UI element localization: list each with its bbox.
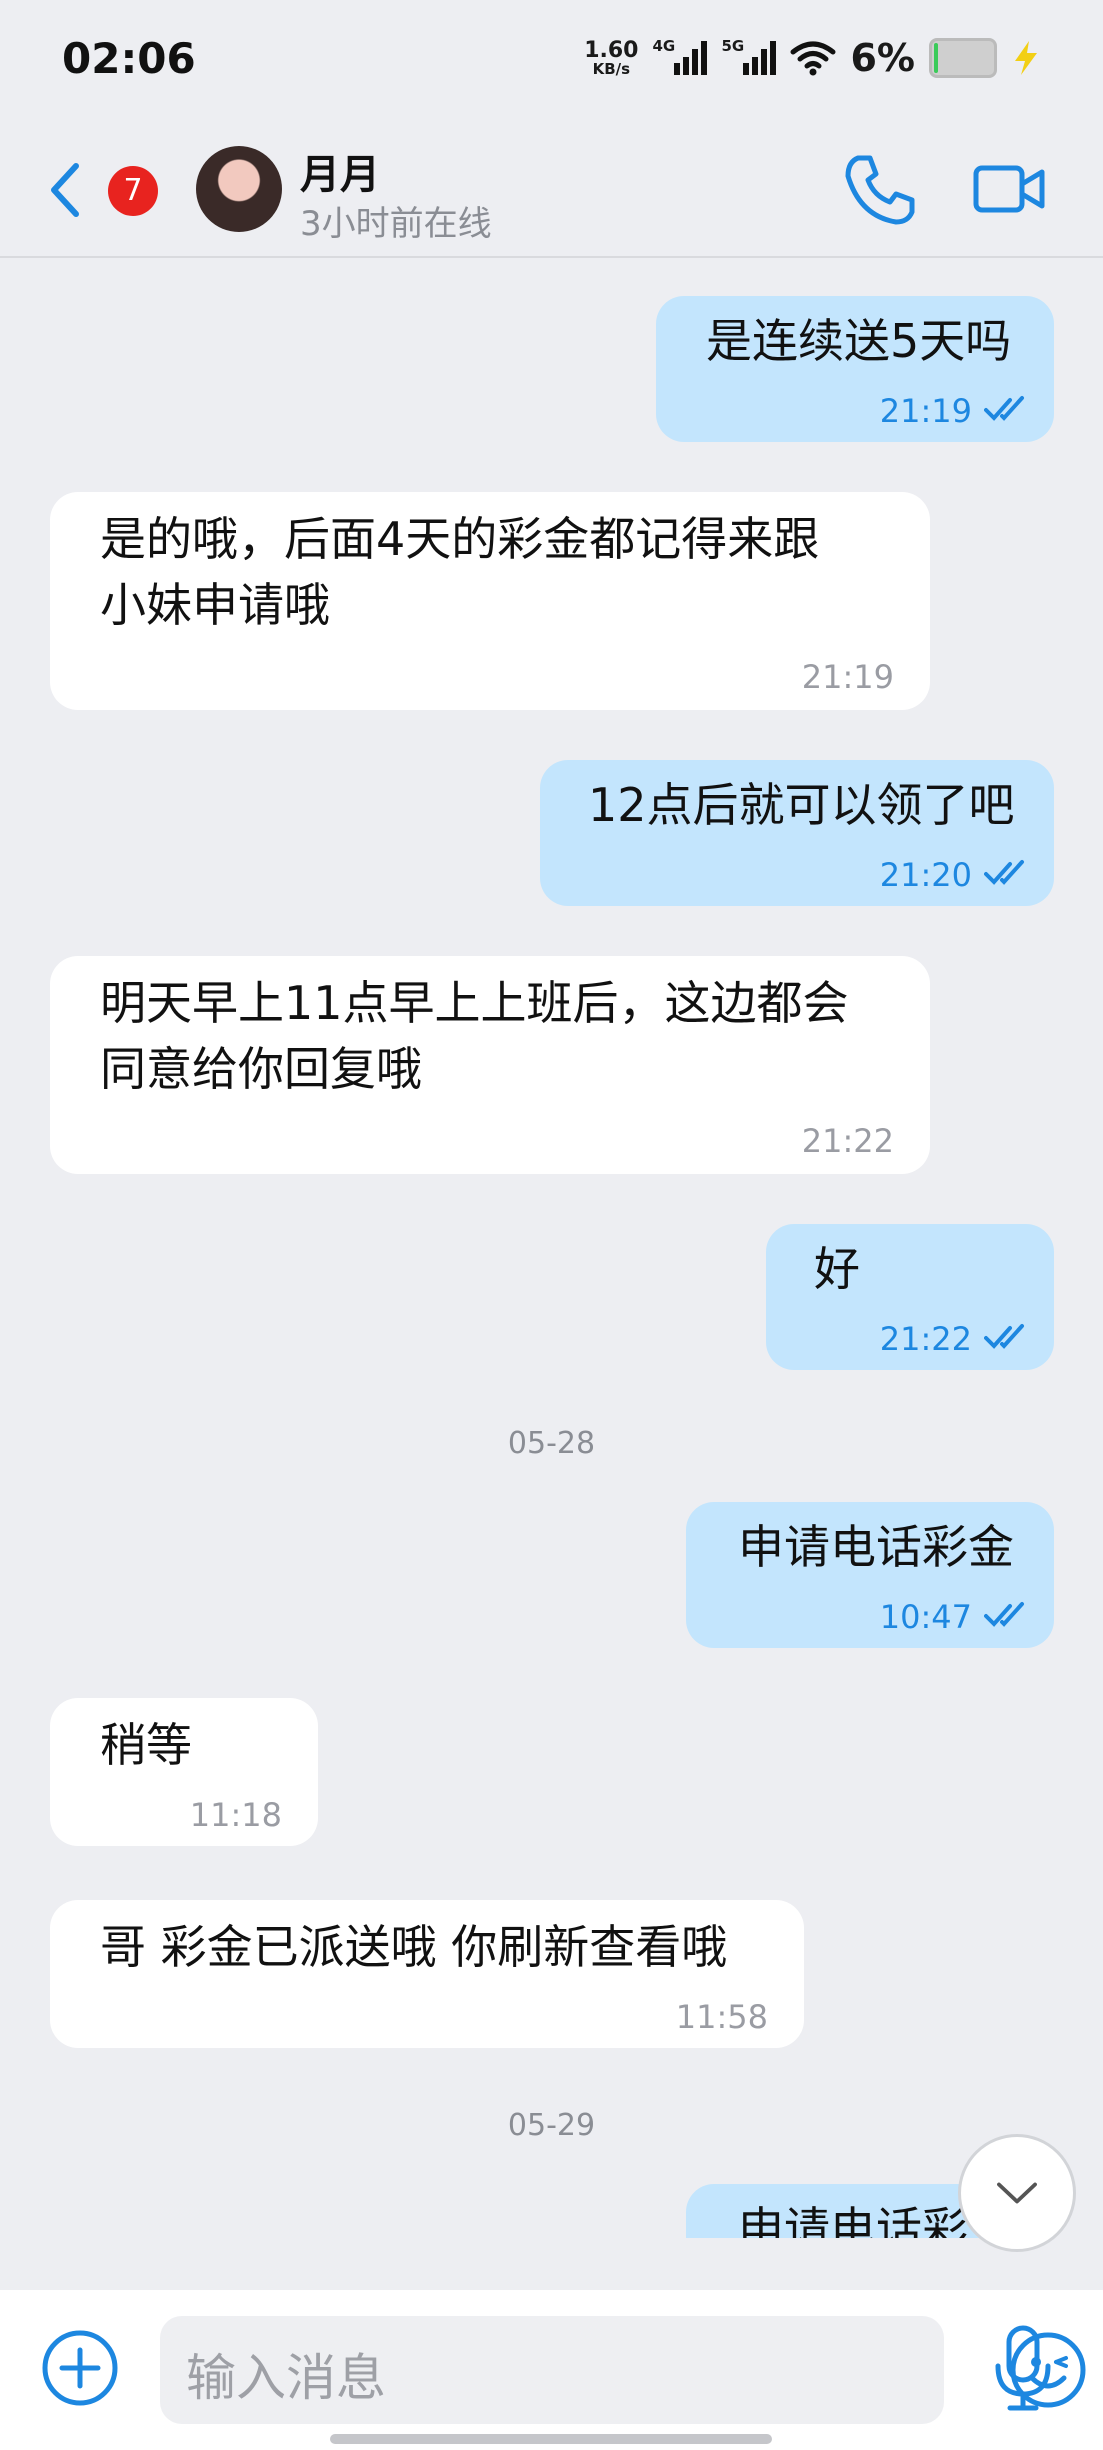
speed-value: 1.60	[584, 37, 639, 63]
message-incoming[interactable]: 稍等 11:18	[50, 1698, 318, 1846]
message-text: 是的哦，后面4天的彩金都记得来跟 小妹申请哦	[100, 512, 820, 632]
message-time: 21:22	[879, 1320, 972, 1358]
message-incoming[interactable]: 明天早上11点早上上班后，这边都会 同意给你回复哦 21:22	[50, 956, 930, 1174]
battery-percent: 6%	[850, 36, 915, 80]
plus-circle-icon[interactable]	[40, 2328, 120, 2408]
status-icons: 1.60 KB/s 4G 5G 6%	[584, 36, 1041, 80]
contact-name[interactable]: 月月	[300, 142, 380, 200]
message-text: 明天早上11点早上上班后，这边都会 同意给你回复哦	[100, 976, 849, 1096]
avatar[interactable]	[196, 146, 282, 232]
message-time: 11:58	[675, 1998, 768, 2036]
read-receipt-icon	[984, 1324, 1024, 1349]
read-receipt-icon	[984, 396, 1024, 421]
scroll-to-bottom-button[interactable]	[958, 2134, 1076, 2252]
message-incoming[interactable]: 是的哦，后面4天的彩金都记得来跟 小妹申请哦 21:19	[50, 492, 930, 710]
wifi-icon	[790, 41, 836, 76]
status-time: 02:06	[62, 34, 196, 83]
input-placeholder: 输入消息	[186, 2349, 386, 2407]
message-time: 21:19	[879, 392, 972, 430]
date-separator: 05-28	[507, 1426, 596, 1461]
message-text: 哥 彩金已派送哦 你刷新查看哦	[100, 1920, 728, 1974]
message-list[interactable]: 是连续送5天吗 21:19 是的哦，后面4天的彩金都记得来跟 小妹申请哦 21:…	[0, 258, 1103, 2238]
date-separator: 05-29	[507, 2108, 596, 2143]
status-bar: 02:06 1.60 KB/s 4G 5G 6%	[0, 0, 1103, 120]
battery-icon	[929, 38, 997, 78]
net-label-4g: 4G	[652, 37, 676, 55]
net-label-5g: 5G	[721, 37, 745, 55]
signal-bars-icon	[743, 41, 777, 75]
signal-5g: 5G	[721, 37, 777, 75]
message-input-bar: 输入消息	[0, 2290, 1103, 2450]
message-outgoing[interactable]: 12点后就可以领了吧 21:20	[540, 760, 1054, 906]
message-text: 申请电话彩金	[738, 1520, 1014, 1574]
message-outgoing[interactable]: 申请电话彩金 10:47	[686, 1502, 1054, 1648]
phone-icon[interactable]	[840, 150, 920, 230]
back-button[interactable]	[40, 160, 90, 220]
message-time: 21:22	[801, 1122, 894, 1160]
chat-header: 7 月月 3小时前在线	[0, 120, 1103, 258]
message-text: 是连续送5天吗	[706, 314, 1012, 368]
message-text: 12点后就可以领了吧	[588, 778, 1015, 832]
message-input[interactable]: 输入消息	[160, 2316, 1086, 2424]
message-outgoing[interactable]: 是连续送5天吗 21:19	[656, 296, 1054, 442]
network-speed: 1.60 KB/s	[584, 37, 639, 78]
message-time: 11:18	[189, 1796, 282, 1834]
signal-4g: 4G	[652, 37, 708, 75]
video-camera-icon[interactable]	[972, 154, 1048, 224]
message-text: 稍等	[100, 1718, 192, 1772]
charging-icon	[1015, 41, 1037, 75]
message-time: 10:47	[879, 1598, 972, 1636]
message-outgoing[interactable]: 好 21:22	[766, 1224, 1054, 1370]
read-receipt-icon	[984, 1602, 1024, 1627]
message-text: 好	[814, 1242, 860, 1296]
home-indicator[interactable]	[330, 2434, 772, 2444]
read-receipt-icon	[984, 860, 1024, 885]
unread-badge: 7	[108, 166, 158, 216]
speed-unit: KB/s	[592, 59, 631, 78]
message-time: 21:19	[801, 658, 894, 696]
message-incoming[interactable]: 哥 彩金已派送哦 你刷新查看哦 11:58	[50, 1900, 804, 2048]
microphone-icon[interactable]	[990, 2324, 1056, 2414]
message-time: 21:20	[879, 856, 972, 894]
chevron-down-icon	[997, 2182, 1037, 2204]
message-text: 申请电话彩	[738, 2202, 968, 2238]
signal-bars-icon	[674, 41, 708, 75]
contact-status: 3小时前在线	[300, 204, 492, 244]
